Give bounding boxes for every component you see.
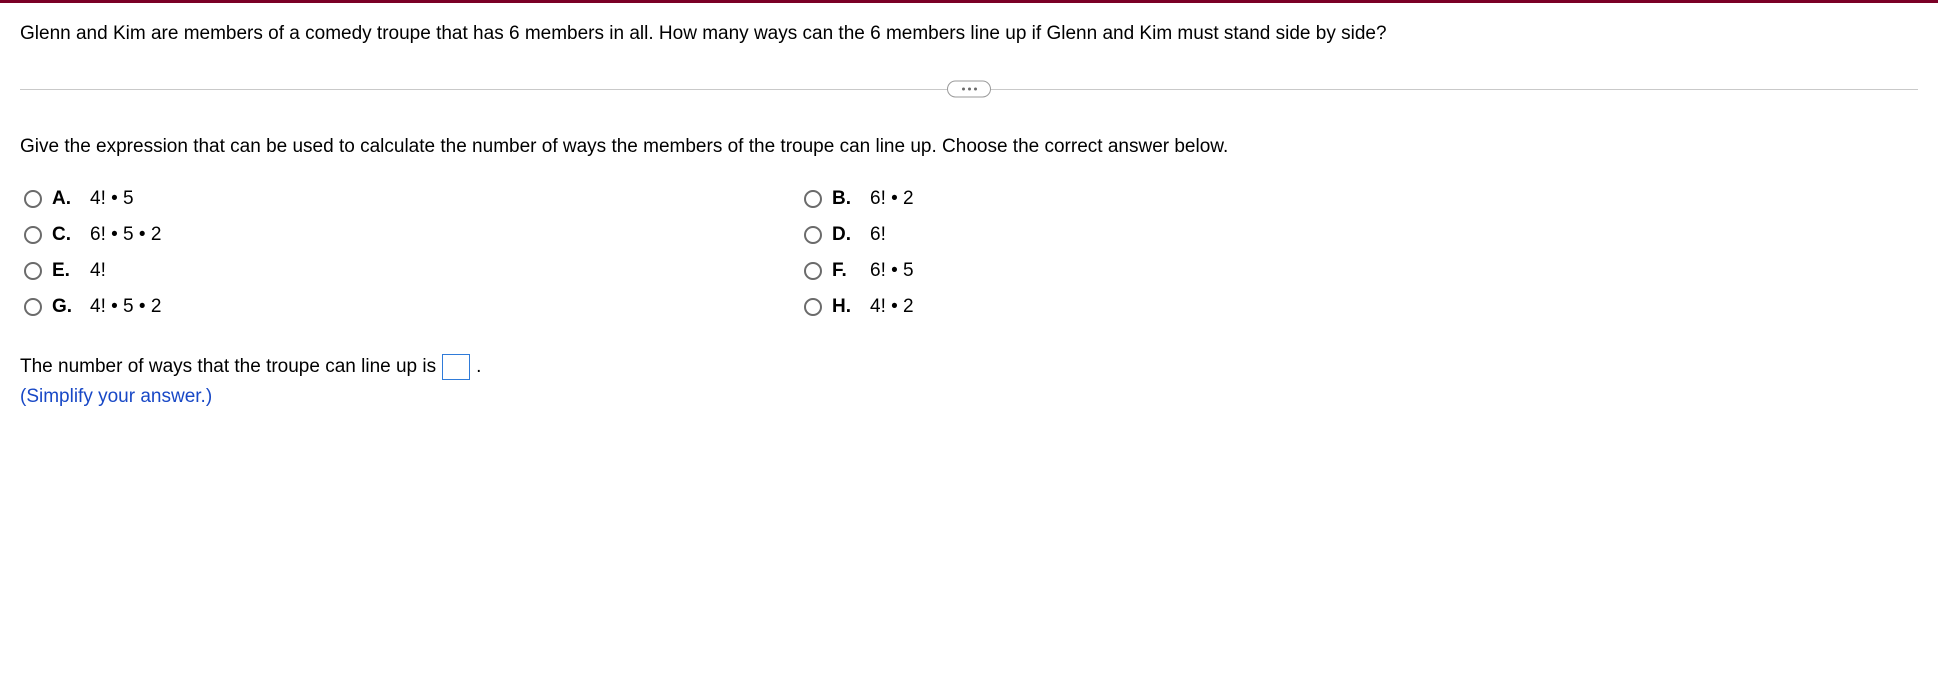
option-letter: B.: [832, 188, 854, 210]
option-f[interactable]: F. 6! • 5: [804, 260, 1584, 282]
option-d[interactable]: D. 6!: [804, 224, 1584, 246]
hint-text: (Simplify your answer.): [20, 386, 1918, 408]
option-text: 4! • 5: [84, 188, 134, 210]
radio-icon[interactable]: [24, 298, 42, 316]
option-letter: C.: [52, 224, 74, 246]
answer-input[interactable]: [442, 354, 470, 380]
options-grid: A. 4! • 5 B. 6! • 2 C. 6! • 5 • 2 D. 6! …: [20, 188, 1918, 318]
radio-icon[interactable]: [804, 262, 822, 280]
radio-icon[interactable]: [804, 190, 822, 208]
radio-icon[interactable]: [804, 298, 822, 316]
option-letter: H.: [832, 296, 854, 318]
answer-line: The number of ways that the troupe can l…: [20, 354, 1918, 380]
option-letter: A.: [52, 188, 74, 210]
option-text: 6! • 5 • 2: [84, 224, 161, 246]
expand-icon[interactable]: [947, 80, 991, 97]
question-text: Glenn and Kim are members of a comedy tr…: [20, 21, 1918, 48]
radio-icon[interactable]: [24, 190, 42, 208]
option-a[interactable]: A. 4! • 5: [24, 188, 804, 210]
option-letter: E.: [52, 260, 74, 282]
option-letter: D.: [832, 224, 854, 246]
option-h[interactable]: H. 4! • 2: [804, 296, 1584, 318]
answer-prefix: The number of ways that the troupe can l…: [20, 356, 436, 378]
answer-suffix: .: [476, 356, 481, 378]
option-text: 6!: [864, 224, 886, 246]
option-g[interactable]: G. 4! • 5 • 2: [24, 296, 804, 318]
option-e[interactable]: E. 4!: [24, 260, 804, 282]
radio-icon[interactable]: [24, 226, 42, 244]
option-letter: G.: [52, 296, 74, 318]
option-text: 4!: [84, 260, 106, 282]
radio-icon[interactable]: [804, 226, 822, 244]
option-text: 4! • 2: [864, 296, 914, 318]
option-c[interactable]: C. 6! • 5 • 2: [24, 224, 804, 246]
section-divider: [20, 78, 1918, 100]
option-letter: F.: [832, 260, 854, 282]
option-b[interactable]: B. 6! • 2: [804, 188, 1584, 210]
option-text: 6! • 5: [864, 260, 914, 282]
option-text: 6! • 2: [864, 188, 914, 210]
radio-icon[interactable]: [24, 262, 42, 280]
option-text: 4! • 5 • 2: [84, 296, 161, 318]
instruction-text: Give the expression that can be used to …: [20, 134, 1918, 161]
